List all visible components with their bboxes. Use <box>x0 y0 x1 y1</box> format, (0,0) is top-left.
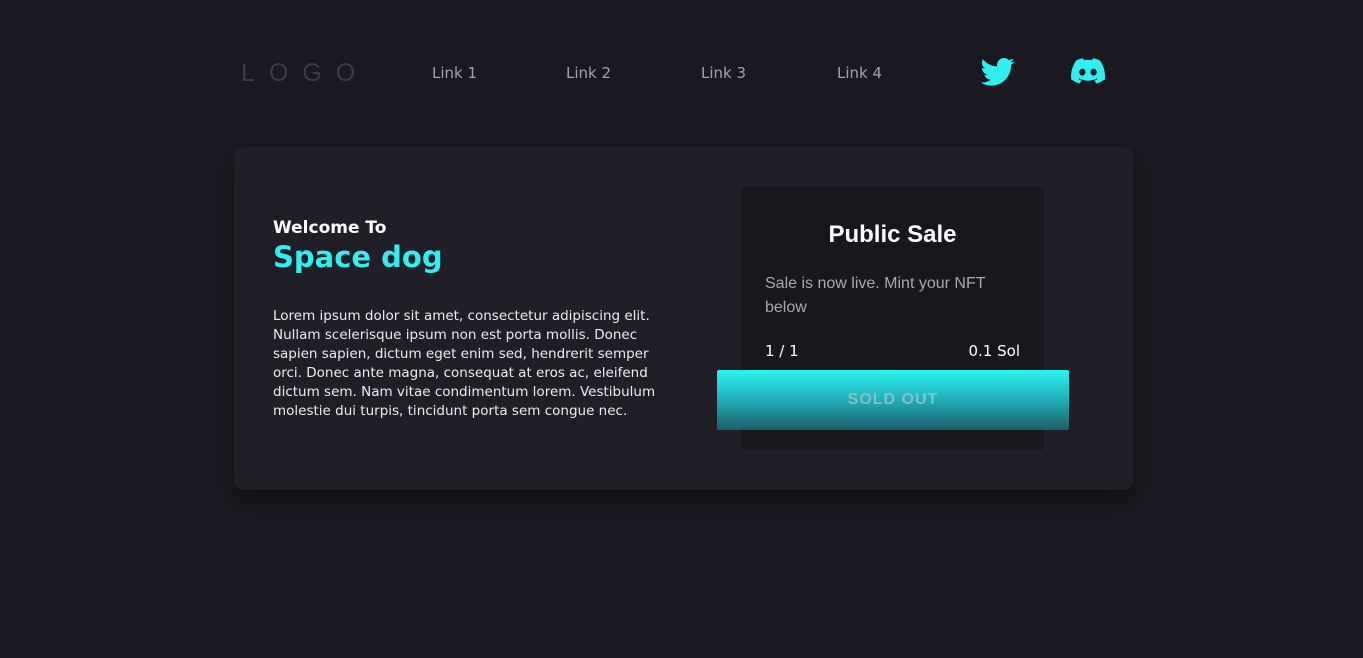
hero-description: Lorem ipsum dolor sit amet, consectetur … <box>273 308 656 419</box>
mint-count: 1 / 1 <box>765 342 799 360</box>
nav-link-4[interactable]: Link 4 <box>837 64 882 82</box>
discord-link[interactable] <box>1071 54 1106 88</box>
sale-title: Public Sale <box>828 221 957 248</box>
logo[interactable]: LOGO <box>241 58 369 88</box>
welcome-heading: Welcome To <box>273 218 387 238</box>
discord-icon <box>1071 58 1106 84</box>
nav-link-1[interactable]: Link 1 <box>432 64 477 82</box>
twitter-icon <box>980 57 1015 86</box>
brand-title: Space dog <box>273 240 443 274</box>
mint-price: 0.1 Sol <box>968 342 1021 360</box>
nav-link-2[interactable]: Link 2 <box>566 64 611 82</box>
nav-link-3[interactable]: Link 3 <box>701 64 746 82</box>
twitter-link[interactable] <box>980 54 1015 88</box>
sale-subtitle: Sale is now live. Mint your NFT below <box>765 275 986 316</box>
top-nav: LOGO Link 1 Link 2 Link 3 Link 4 <box>0 0 1363 140</box>
sold-out-button[interactable]: SOLD OUT <box>717 370 1069 430</box>
